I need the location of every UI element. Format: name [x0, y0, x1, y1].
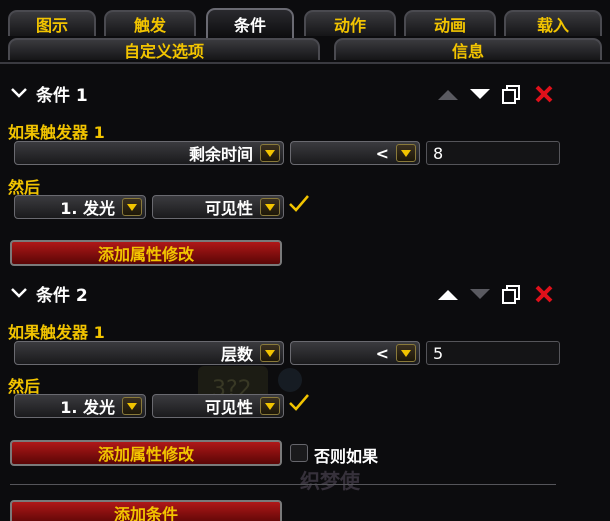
property-dropdown[interactable]: 层数: [14, 341, 284, 365]
property-dropdown[interactable]: 剩余时间: [14, 141, 284, 165]
value-input[interactable]: 8: [426, 141, 560, 165]
tab-animations[interactable]: 动画: [404, 10, 496, 36]
chevron-down-icon[interactable]: [8, 82, 30, 104]
target-value: 1. 发光: [60, 398, 115, 417]
dropdown-arrow-icon[interactable]: [396, 344, 416, 362]
move-up-icon[interactable]: [436, 283, 460, 305]
duplicate-icon[interactable]: [500, 83, 524, 105]
add-condition-button[interactable]: 添加条件: [10, 500, 282, 521]
checkmark-icon[interactable]: [288, 194, 310, 214]
operator-value: <: [375, 143, 389, 163]
panel-top-border: [0, 62, 610, 64]
add-property-change-button[interactable]: 添加属性修改: [10, 440, 282, 466]
condition-1-title: 条件 1: [36, 85, 88, 106]
tab-custom-options[interactable]: 自定义选项: [8, 38, 320, 61]
move-down-icon[interactable]: [468, 283, 492, 305]
condition-1-header[interactable]: 条件 1: [8, 82, 88, 106]
move-up-icon[interactable]: [436, 83, 460, 105]
else-if-label: 否则如果: [314, 447, 379, 466]
checkmark-icon[interactable]: [288, 393, 310, 413]
dropdown-arrow-icon[interactable]: [260, 397, 280, 415]
tab-load[interactable]: 载入: [504, 10, 602, 36]
target-value: 1. 发光: [60, 199, 115, 218]
dropdown-arrow-icon[interactable]: [260, 198, 280, 216]
else-if-checkbox[interactable]: [290, 444, 308, 462]
target-property-value: 可见性: [204, 199, 253, 218]
background-watermark-text: 织梦使: [300, 469, 360, 493]
tab-display[interactable]: 图示: [8, 10, 96, 36]
tab-trigger[interactable]: 触发: [104, 10, 196, 36]
operator-dropdown[interactable]: <: [290, 141, 420, 165]
dropdown-arrow-icon[interactable]: [122, 397, 142, 415]
delete-icon[interactable]: [532, 83, 556, 105]
if-trigger-label: 如果触发器 1: [8, 323, 105, 342]
target-dropdown[interactable]: 1. 发光: [14, 394, 146, 418]
dropdown-arrow-icon[interactable]: [396, 144, 416, 162]
move-down-icon[interactable]: [468, 83, 492, 105]
dropdown-arrow-icon[interactable]: [260, 344, 280, 362]
target-property-value: 可见性: [204, 398, 253, 417]
tab-conditions[interactable]: 条件: [206, 8, 294, 38]
condition-2-title: 条件 2: [36, 285, 88, 306]
condition-2-header[interactable]: 条件 2: [8, 282, 88, 306]
tab-actions[interactable]: 动作: [304, 10, 396, 36]
duplicate-icon[interactable]: [500, 283, 524, 305]
target-property-dropdown[interactable]: 可见性: [152, 394, 284, 418]
target-property-dropdown[interactable]: 可见性: [152, 195, 284, 219]
operator-value: <: [375, 343, 389, 363]
operator-dropdown[interactable]: <: [290, 341, 420, 365]
property-value: 层数: [220, 345, 253, 364]
add-property-change-button[interactable]: 添加属性修改: [10, 240, 282, 266]
delete-icon[interactable]: [532, 283, 556, 305]
tab-information[interactable]: 信息: [334, 38, 602, 61]
if-trigger-label: 如果触发器 1: [8, 123, 105, 142]
dropdown-arrow-icon[interactable]: [260, 144, 280, 162]
value-input[interactable]: 5: [426, 341, 560, 365]
property-value: 剩余时间: [188, 145, 253, 164]
target-dropdown[interactable]: 1. 发光: [14, 195, 146, 219]
chevron-down-icon[interactable]: [8, 282, 30, 304]
dropdown-arrow-icon[interactable]: [122, 198, 142, 216]
section-divider: [10, 484, 556, 485]
